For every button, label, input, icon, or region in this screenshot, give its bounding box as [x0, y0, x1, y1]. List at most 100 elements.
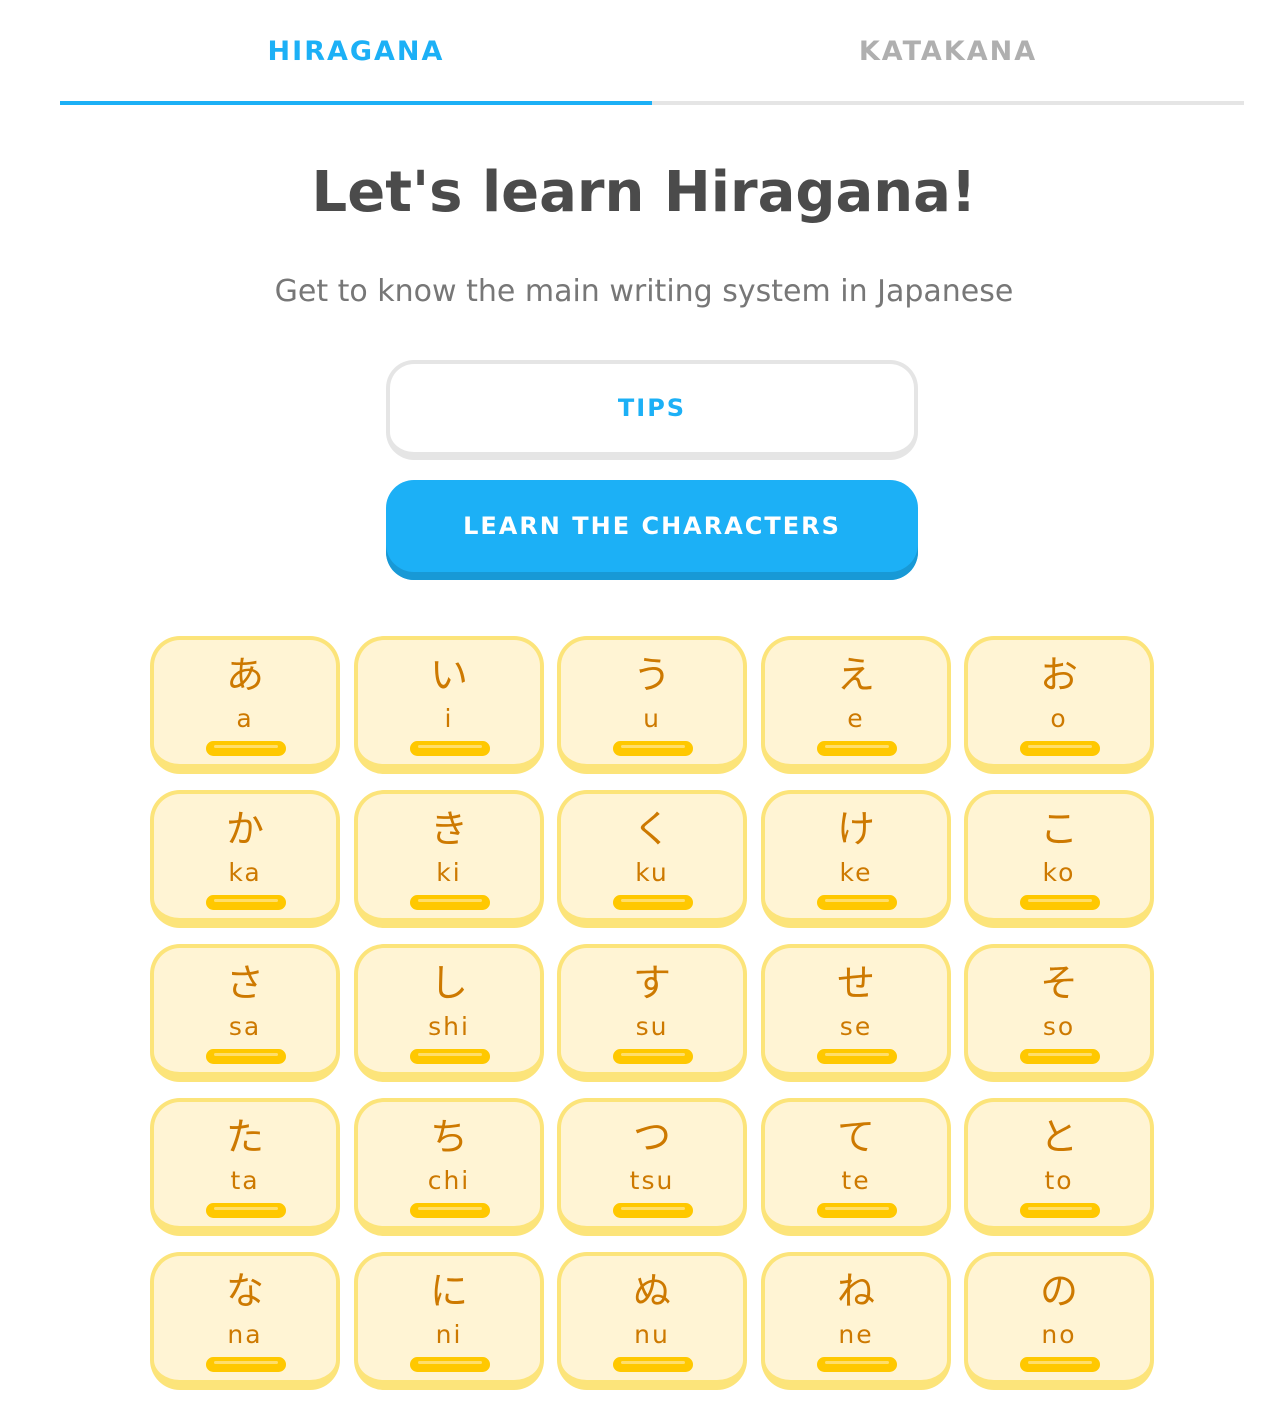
kana-romaji: ni: [435, 1320, 463, 1349]
kana-card[interactable]: おo: [964, 636, 1154, 774]
kana-progress-shine: [418, 1053, 482, 1056]
kana-romaji: ka: [228, 858, 262, 887]
kana-romaji: ke: [839, 858, 873, 887]
page-subtitle: Get to know the main writing system in J…: [274, 274, 1014, 309]
kana-progress-shine: [825, 1207, 889, 1210]
kana-progress-shine: [418, 899, 482, 902]
kana-card[interactable]: そ so: [964, 944, 1154, 1082]
kana-progress-shine: [214, 745, 278, 748]
kana-progress-bar: [613, 1049, 693, 1064]
kana-progress-shine: [418, 1361, 482, 1364]
kana-character: て: [836, 1115, 875, 1159]
kana-card[interactable]: と to: [964, 1098, 1154, 1236]
page-title: Let's learn Hiragana!: [311, 160, 977, 225]
kana-character: え: [836, 653, 875, 697]
kana-character: す: [632, 961, 671, 1005]
kana-character: せ: [836, 961, 875, 1005]
kana-progress-fill: [1020, 895, 1100, 910]
kana-romaji: i: [444, 704, 454, 733]
kana-progress-shine: [1028, 1361, 1092, 1364]
kana-card[interactable]: に ni: [354, 1252, 544, 1390]
kana-progress-shine: [1028, 745, 1092, 748]
kana-card[interactable]: ぬ nu: [557, 1252, 747, 1390]
kana-progress-fill: [817, 1203, 897, 1218]
tab-katakana[interactable]: KATAKANA: [652, 0, 1244, 102]
kana-progress-bar: [206, 741, 286, 756]
kana-character: の: [1039, 1269, 1078, 1313]
kana-progress-shine: [1028, 1207, 1092, 1210]
kana-progress-shine: [621, 1207, 685, 1210]
kana-card[interactable]: さ sa: [150, 944, 340, 1082]
kana-card[interactable]: な na: [150, 1252, 340, 1390]
kana-romaji: nu: [634, 1320, 670, 1349]
kana-romaji: so: [1042, 1012, 1076, 1041]
kana-character: し: [429, 961, 468, 1005]
kana-progress-fill: [817, 895, 897, 910]
kana-progress-bar: [206, 1049, 286, 1064]
kana-card[interactable]: た ta: [150, 1098, 340, 1236]
kana-progress-bar: [1020, 1357, 1100, 1372]
kana-romaji: u: [643, 704, 661, 733]
kana-progress-bar: [410, 895, 490, 910]
kana-progress-fill: [410, 1049, 490, 1064]
tab-hiragana[interactable]: HIRAGANA: [60, 0, 652, 102]
script-tabs: HIRAGANA KATAKANA: [60, 0, 1244, 106]
kana-card[interactable]: か ka: [150, 790, 340, 928]
kana-character: ち: [429, 1115, 468, 1159]
kana-progress-bar: [410, 1049, 490, 1064]
kana-card[interactable]: つ tsu: [557, 1098, 747, 1236]
kana-romaji: o: [1050, 704, 1068, 733]
kana-card[interactable]: し shi: [354, 944, 544, 1082]
kana-progress-shine: [621, 1053, 685, 1056]
kana-progress-bar: [206, 1357, 286, 1372]
kana-character: ね: [836, 1269, 875, 1313]
kana-progress-bar: [613, 1357, 693, 1372]
kana-progress-shine: [418, 745, 482, 748]
kana-card[interactable]: いi: [354, 636, 544, 774]
kana-card[interactable]: の no: [964, 1252, 1154, 1390]
kana-progress-bar: [817, 895, 897, 910]
kana-card[interactable]: せ se: [761, 944, 951, 1082]
tips-button[interactable]: TIPS: [386, 360, 918, 460]
kana-romaji: ki: [436, 858, 462, 887]
kana-progress-shine: [825, 899, 889, 902]
kana-progress-fill: [613, 1203, 693, 1218]
kana-card[interactable]: あa: [150, 636, 340, 774]
kana-card[interactable]: き ki: [354, 790, 544, 928]
kana-character: い: [429, 653, 468, 697]
kana-progress-fill: [206, 1049, 286, 1064]
kana-character: け: [836, 807, 875, 851]
kana-card[interactable]: て te: [761, 1098, 951, 1236]
tab-indicator-track: [652, 101, 1244, 105]
kana-card[interactable]: ね ne: [761, 1252, 951, 1390]
kana-progress-shine: [825, 1053, 889, 1056]
kana-card[interactable]: こ ko: [964, 790, 1154, 928]
kana-progress-fill: [206, 741, 286, 756]
kana-character: そ: [1039, 961, 1078, 1005]
tab-indicator-active: [60, 101, 652, 105]
kana-character: か: [225, 807, 264, 851]
kana-character: お: [1039, 653, 1078, 697]
kana-romaji: no: [1041, 1320, 1077, 1349]
kana-card[interactable]: えe: [761, 636, 951, 774]
kana-progress-shine: [214, 899, 278, 902]
kana-card[interactable]: ち chi: [354, 1098, 544, 1236]
kana-character: さ: [225, 961, 264, 1005]
kana-card[interactable]: うu: [557, 636, 747, 774]
kana-progress-fill: [206, 895, 286, 910]
kana-progress-shine: [214, 1207, 278, 1210]
kana-progress-fill: [1020, 1203, 1100, 1218]
kana-progress-fill: [817, 1049, 897, 1064]
kana-progress-bar: [206, 1203, 286, 1218]
kana-progress-bar: [817, 741, 897, 756]
kana-progress-shine: [1028, 899, 1092, 902]
kana-progress-fill: [410, 895, 490, 910]
kana-character: う: [632, 653, 671, 697]
kana-card[interactable]: け ke: [761, 790, 951, 928]
kana-progress-bar: [817, 1049, 897, 1064]
kana-progress-bar: [410, 741, 490, 756]
kana-card[interactable]: く ku: [557, 790, 747, 928]
kana-character: こ: [1039, 807, 1078, 851]
learn-characters-button[interactable]: LEARN THE CHARACTERS: [386, 480, 918, 580]
kana-card[interactable]: す su: [557, 944, 747, 1082]
